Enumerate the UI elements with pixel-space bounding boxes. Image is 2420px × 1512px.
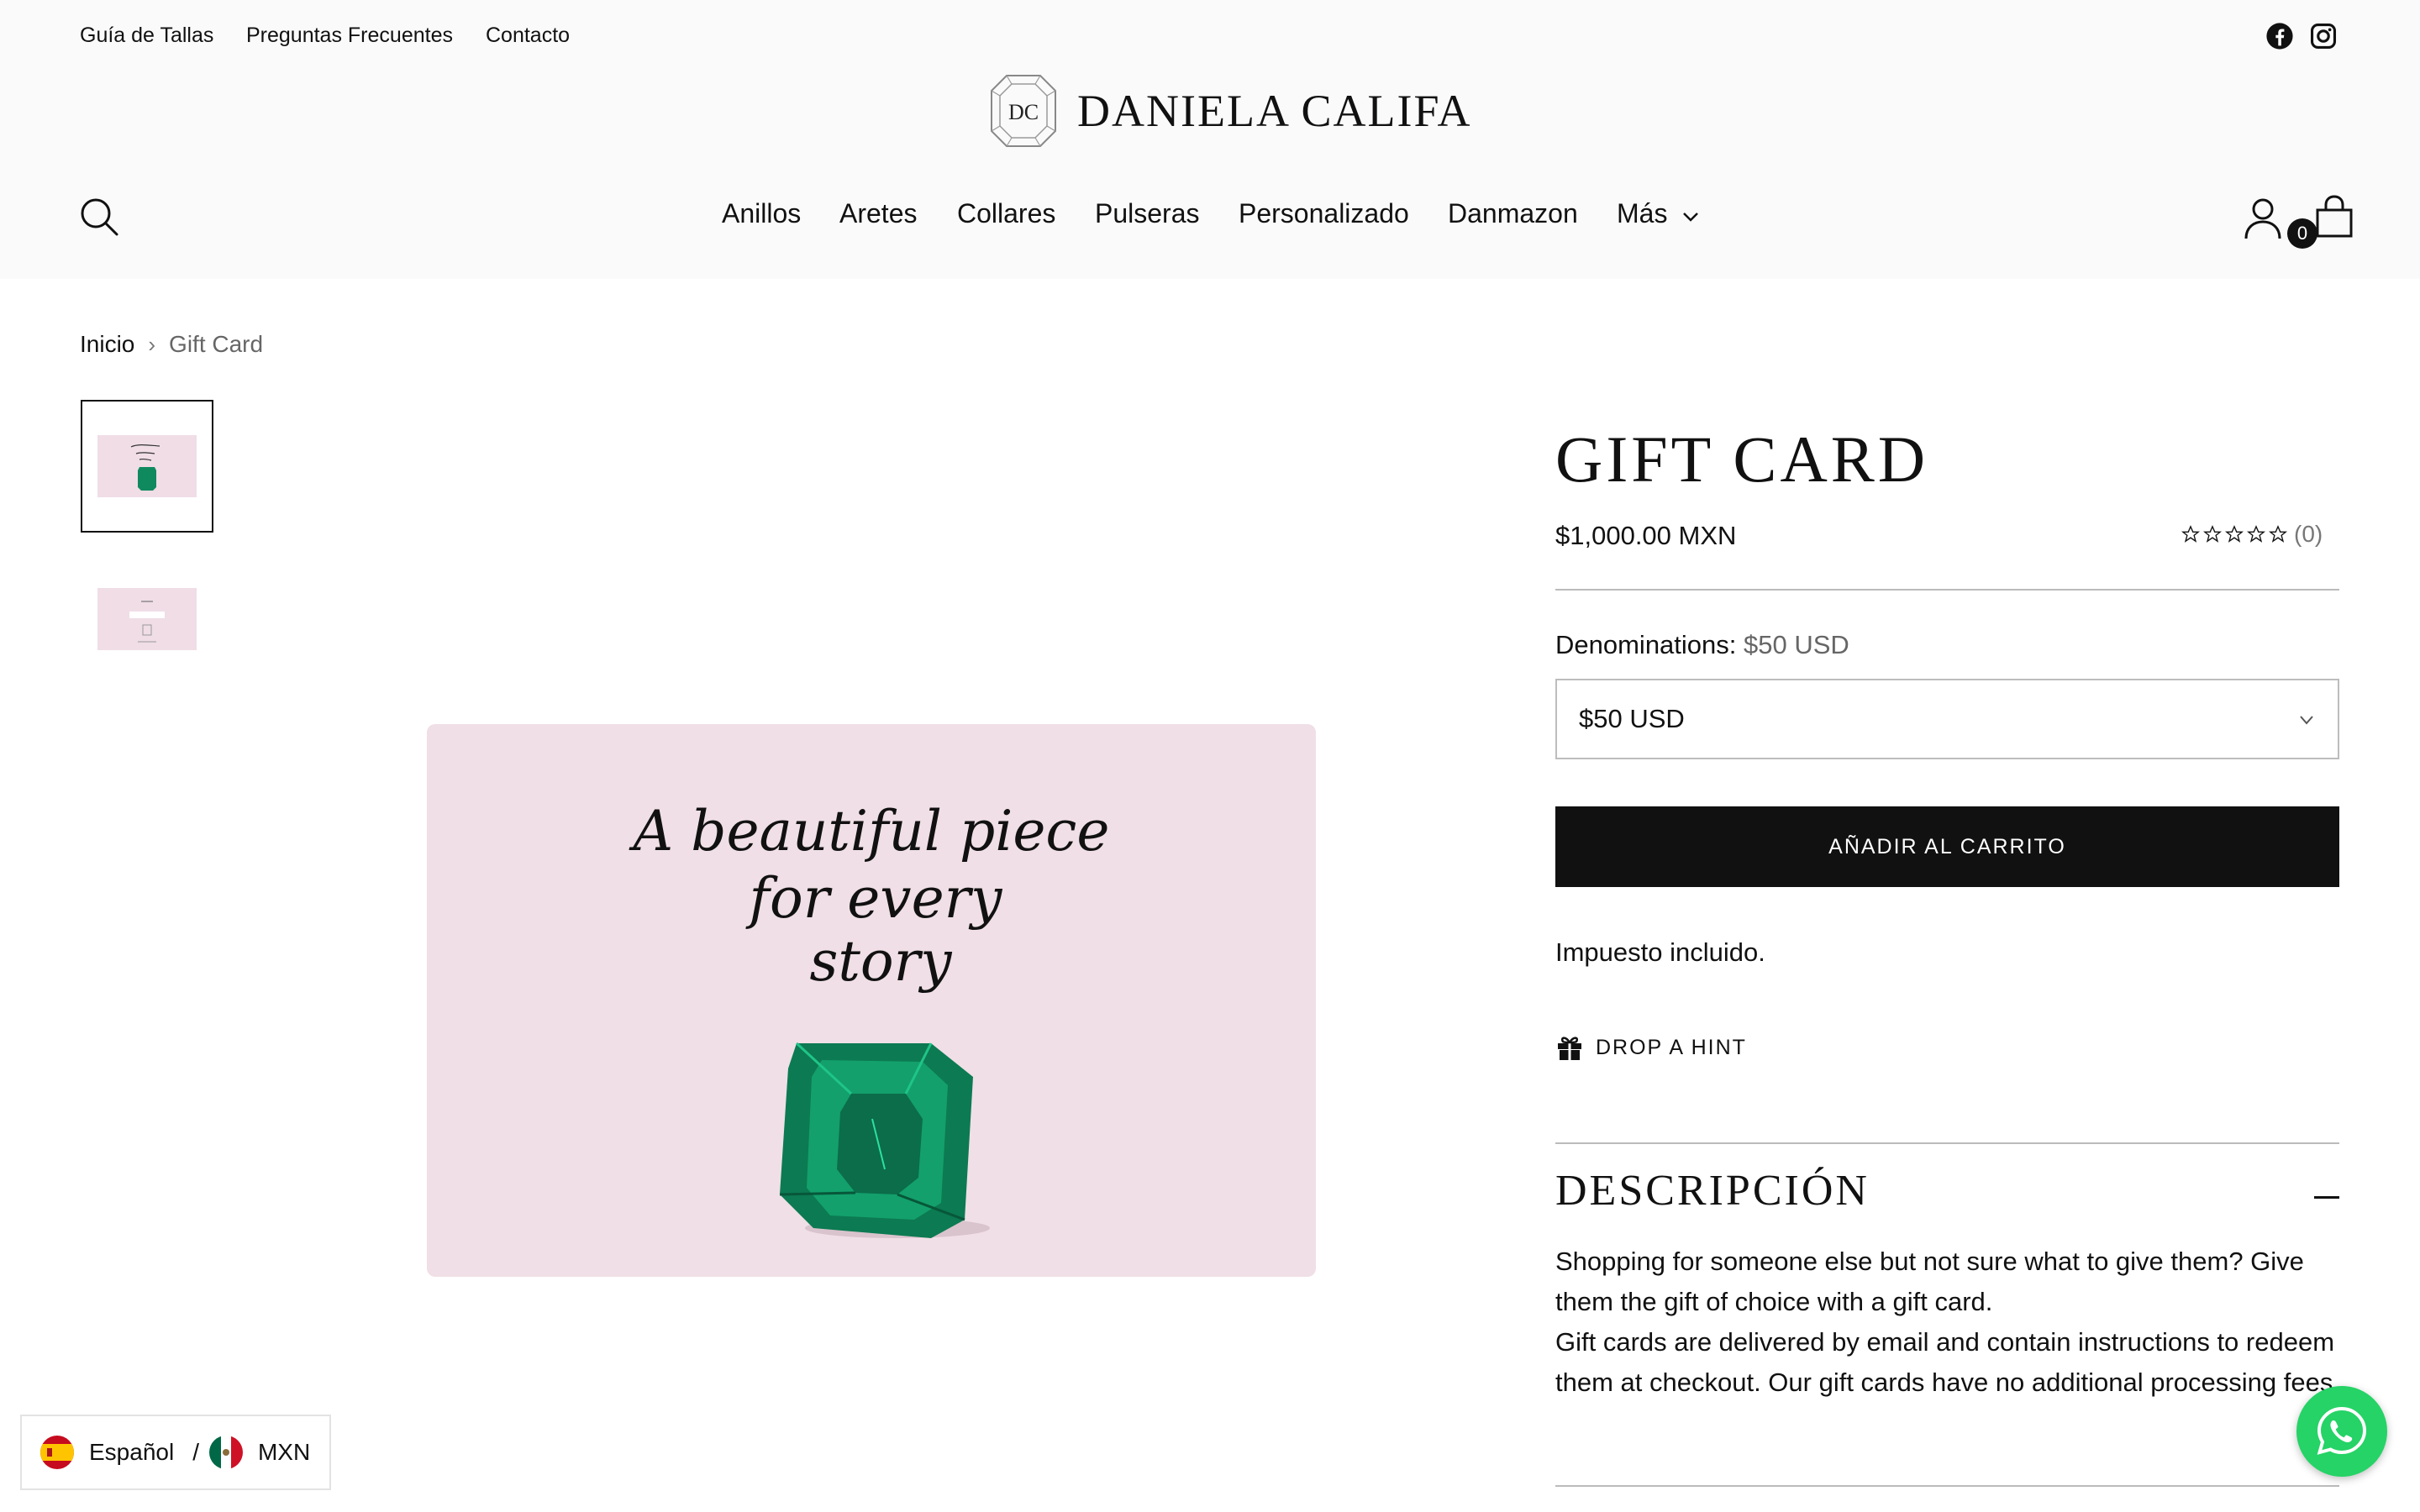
breadcrumb: Inicio › Gift Card: [80, 331, 263, 358]
divider: [1555, 1142, 2339, 1144]
product-main-image[interactable]: A beautiful piece for every story: [427, 724, 1316, 1277]
star-empty-icon: [2203, 525, 2222, 543]
nav-item-pulseras[interactable]: Pulseras: [1095, 198, 1200, 229]
star-empty-icon: [2225, 525, 2244, 543]
select-value: $50 USD: [1579, 704, 1685, 733]
whatsapp-button[interactable]: [2296, 1386, 2387, 1477]
util-link-faq[interactable]: Preguntas Frecuentes: [246, 24, 453, 48]
description-paragraph-1: Shopping for someone else but not sure w…: [1555, 1247, 2304, 1316]
rating-count: (0): [2294, 521, 2323, 547]
nav-item-collares[interactable]: Collares: [957, 198, 1055, 229]
image-script-line-2: for every: [745, 866, 1003, 931]
breadcrumb-home[interactable]: Inicio: [80, 331, 134, 358]
divider: [1555, 589, 2339, 591]
option-label: Denominations: $50 USD: [1555, 630, 1849, 660]
logo-emblem-icon: DC: [991, 75, 1056, 147]
util-link-contact[interactable]: Contacto: [486, 24, 570, 48]
product-price: $1,000.00 MXN: [1555, 521, 1737, 550]
emerald-gem-icon: [779, 1042, 990, 1238]
product-thumbnail-1[interactable]: [81, 400, 213, 533]
breadcrumb-current: Gift Card: [169, 331, 264, 357]
locale-selector[interactable]: Español / MXN: [20, 1415, 331, 1490]
main-nav: Anillos Aretes Collares Pulseras Persona…: [0, 198, 2420, 240]
util-link-size-guide[interactable]: Guía de Tallas: [80, 24, 213, 48]
option-label-name: Denominations:: [1555, 630, 1737, 659]
facebook-icon[interactable]: [2265, 22, 2294, 50]
nav-item-personalizado[interactable]: Personalizado: [1239, 198, 1409, 229]
star-empty-icon: [2269, 525, 2287, 543]
nav-item-aretes[interactable]: Aretes: [839, 198, 917, 229]
breadcrumb-separator: ›: [148, 331, 156, 357]
description-body: Shopping for someone else but not sure w…: [1555, 1242, 2345, 1403]
collapse-minus-icon[interactable]: [2314, 1196, 2339, 1199]
image-script-line-3: story: [810, 929, 953, 994]
tax-note: Impuesto incluido.: [1555, 937, 1765, 967]
denomination-select[interactable]: $50 USD: [1555, 679, 2339, 759]
drop-hint-label: DROP A HINT: [1596, 1035, 1747, 1059]
currency-label: MXN: [257, 1439, 311, 1465]
gift-icon: [1558, 1037, 1581, 1060]
thumbnail-image: [97, 435, 197, 497]
star-empty-icon: [2181, 525, 2200, 543]
chevron-down-icon: [1683, 213, 1699, 222]
description-heading[interactable]: DESCRIPCIÓN: [1555, 1166, 1870, 1215]
nav-item-anillos[interactable]: Anillos: [722, 198, 801, 229]
locale-separator: /: [192, 1439, 199, 1465]
product-thumbnail-2[interactable]: [81, 553, 213, 685]
cart-icon[interactable]: [2313, 195, 2355, 239]
logo[interactable]: DC DANIELA CALIFA: [988, 71, 1471, 151]
thumbnail-image: [97, 588, 197, 650]
add-to-cart-button[interactable]: AÑADIR AL CARRITO: [1555, 806, 2339, 887]
mexico-flag-icon: [208, 1436, 243, 1469]
rating-widget[interactable]: (0): [2181, 521, 2323, 548]
nav-item-danmazon[interactable]: Danmazon: [1448, 198, 1578, 229]
chevron-down-icon: [2300, 716, 2313, 725]
logo-text: DANIELA CALIFA: [1077, 86, 1472, 136]
nav-item-mas-label: Más: [1617, 198, 1668, 228]
image-script-line-1: A beautiful piece: [629, 799, 1110, 864]
account-icon[interactable]: [2244, 197, 2282, 240]
cart-count-badge: 0: [2287, 218, 2317, 249]
whatsapp-icon: [2317, 1406, 2367, 1455]
option-label-value: $50 USD: [1744, 630, 1849, 659]
instagram-icon[interactable]: [2309, 22, 2338, 50]
star-empty-icon: [2247, 525, 2265, 543]
drop-hint-link[interactable]: DROP A HINT: [1555, 1033, 1747, 1062]
svg-text:DC: DC: [1008, 100, 1039, 124]
nav-item-mas[interactable]: Más: [1617, 198, 1700, 229]
language-label: Español: [89, 1439, 175, 1465]
description-paragraph-2: Gift cards are delivered by email and co…: [1555, 1327, 2340, 1397]
divider: [1555, 1485, 2339, 1487]
product-title: GIFT CARD: [1555, 423, 1929, 496]
spain-flag-icon: [40, 1436, 74, 1469]
